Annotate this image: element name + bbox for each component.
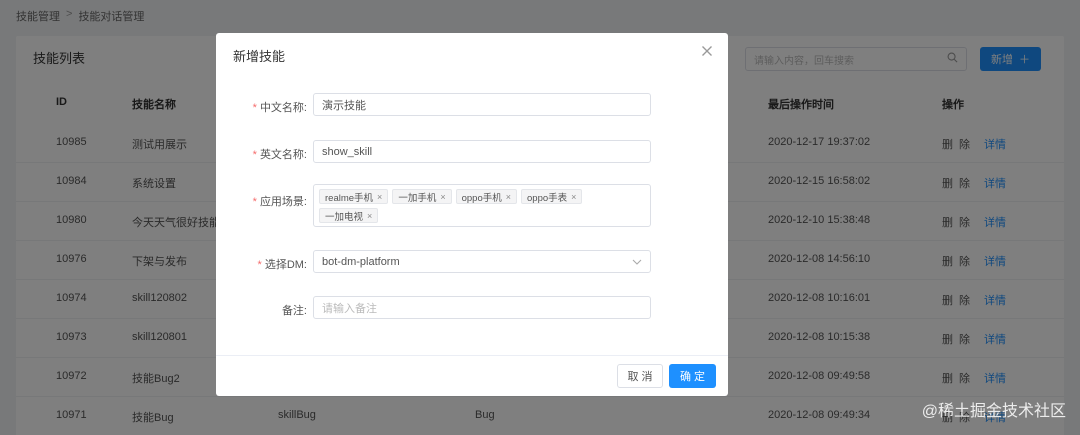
tag-close-icon[interactable]: × [377, 192, 382, 202]
add-skill-dialog: 新增技能 * 中文名称: 演示技能 * 英文名称: show_skill * 应用场景… [216, 33, 728, 396]
tag-close-icon[interactable]: × [440, 192, 445, 202]
remark-placeholder: 请输入备注 [322, 302, 377, 315]
watermark: @稀土掘金技术社区 [921, 403, 1066, 420]
tag-close-icon[interactable]: × [571, 192, 576, 202]
scene-tag: realme手机 × [319, 189, 389, 204]
required-mark: * [252, 149, 257, 161]
tag-close-icon[interactable]: × [506, 192, 511, 202]
remark-label: 备注: [281, 305, 307, 317]
en-name-input[interactable]: show_skill [313, 140, 651, 163]
scenes-multiselect[interactable]: realme手机 × 一加手机 × oppo手机 × oppo手表 × 一加电视 × [313, 184, 651, 227]
scene-tag: 一加手机 × [392, 189, 452, 204]
tag-close-icon[interactable]: × [367, 211, 372, 221]
scene-tag: oppo手表 × [521, 189, 583, 204]
cancel-button[interactable]: 取 消 [617, 364, 663, 388]
dialog-footer: 取 消 确 定 [216, 355, 728, 396]
dialog-title: 新增技能 [233, 49, 286, 64]
en-name-label: * 英文名称: [252, 149, 307, 161]
scenes-label: * 应用场景: [252, 196, 307, 208]
dm-select[interactable]: bot-dm-platform [313, 250, 651, 273]
cn-name-label: * 中文名称: [252, 102, 307, 114]
required-mark: * [257, 259, 262, 271]
required-mark: * [252, 196, 257, 208]
scene-tag: 一加电视 × [319, 208, 379, 223]
remark-input[interactable]: 请输入备注 [313, 296, 651, 319]
close-icon[interactable] [700, 45, 714, 59]
confirm-button[interactable]: 确 定 [669, 364, 716, 388]
scene-tag: oppo手机 × [455, 189, 517, 204]
cn-name-value: 演示技能 [322, 99, 366, 112]
en-name-value: show_skill [322, 145, 373, 158]
dialog-header: 新增技能 [216, 33, 728, 75]
dm-label: * 选择DM: [257, 259, 307, 271]
dm-selected-value: bot-dm-platform [322, 255, 400, 268]
cn-name-input[interactable]: 演示技能 [313, 93, 651, 116]
chevron-down-icon [632, 257, 642, 267]
required-mark: * [252, 102, 257, 114]
